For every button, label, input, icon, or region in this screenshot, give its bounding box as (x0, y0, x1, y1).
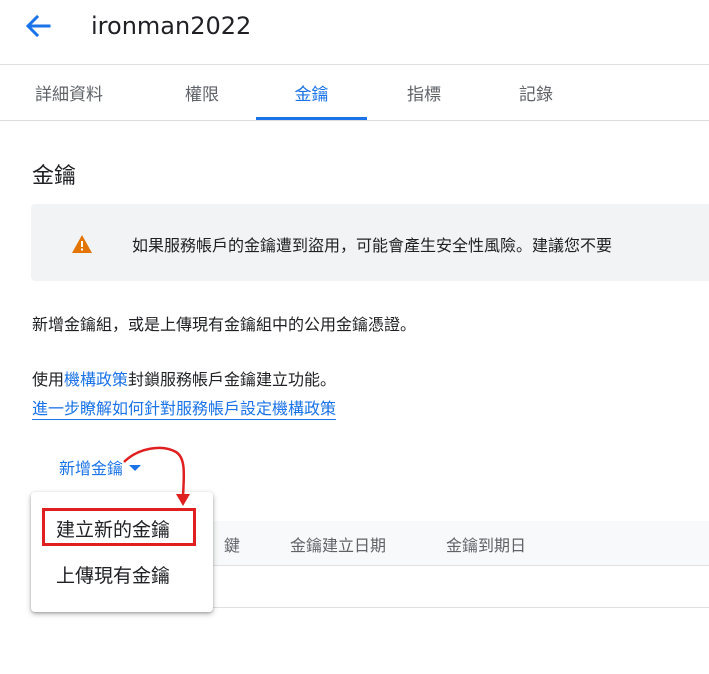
tab-logs[interactable]: 記錄 (498, 65, 574, 119)
app-header: ironman2022 (0, 0, 709, 56)
warning-icon (72, 235, 92, 253)
warning-text: 如果服務帳戶的金鑰遭到盜用，可能會產生安全性風險。建議您不要 (132, 236, 613, 255)
arrow-left-icon[interactable] (22, 10, 54, 42)
section-title: 金鑰 (32, 164, 77, 189)
intro-text: 新增金鑰組，或是上傳現有金鑰組中的公用金鑰憑證。 (32, 315, 417, 334)
tab-permissions[interactable]: 權限 (164, 65, 240, 119)
add-key-label: 新增金鑰 (58, 459, 123, 478)
policy-prefix: 使用 (32, 370, 65, 389)
menu-item-upload-existing-key[interactable]: 上傳現有金鑰 (31, 550, 238, 598)
page-title: ironman2022 (91, 12, 252, 40)
policy-suffix: 封鎖服務帳戶金鑰建立功能。 (128, 370, 337, 389)
tab-keys[interactable]: 金鑰 (256, 65, 367, 120)
column-created[interactable]: 金鑰建立日期 (290, 532, 386, 556)
learn-more-line: 進一步瞭解如何針對服務帳戶設定機構政策 (32, 395, 337, 420)
column-expires[interactable]: 金鑰到期日 (446, 532, 526, 556)
annotation-arrow (123, 446, 190, 506)
policy-line: 使用機構政策封鎖服務帳戶金鑰建立功能。 (32, 366, 336, 390)
keys-table-header: 鍵 金鑰建立日期 金鑰到期日 (212, 521, 709, 566)
tab-metrics[interactable]: 指標 (386, 65, 462, 119)
tab-details[interactable]: 詳細資料 (14, 65, 124, 119)
org-policy-link[interactable]: 機構政策 (64, 370, 128, 389)
tab-bar: 詳細資料 權限 金鑰 指標 記錄 (0, 64, 709, 121)
warning-banner: 如果服務帳戶的金鑰遭到盜用，可能會產生安全性風險。建議您不要 (31, 204, 709, 281)
learn-more-link[interactable]: 進一步瞭解如何針對服務帳戶設定機構政策 (32, 399, 337, 420)
